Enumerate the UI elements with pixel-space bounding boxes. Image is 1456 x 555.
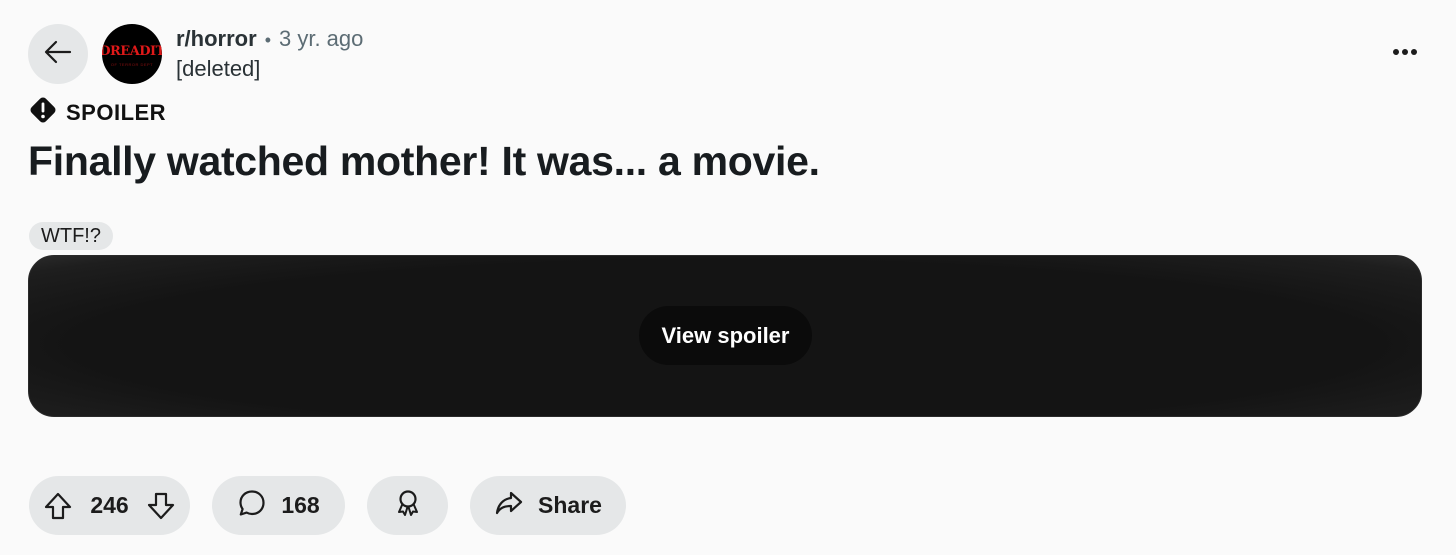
comment-bubble-icon: [237, 488, 267, 523]
award-button[interactable]: [367, 476, 448, 535]
post-page: DREADIT OF TERROR DEPT r/horror • 3 yr. …: [0, 0, 1456, 555]
vote-bar: 246: [29, 476, 190, 535]
award-icon: [393, 488, 423, 523]
post-title[interactable]: Finally watched mother! It was... a movi…: [28, 138, 820, 185]
spoiler-label: SPOILER: [66, 99, 167, 125]
share-label: Share: [538, 492, 602, 518]
subreddit-link[interactable]: r/horror: [176, 26, 257, 52]
comment-count: 168: [281, 492, 320, 518]
share-button[interactable]: Share: [470, 476, 626, 535]
post-flair[interactable]: WTF!?: [29, 222, 113, 250]
post-author: [deleted]: [176, 56, 261, 81]
back-button[interactable]: [28, 24, 88, 84]
downvote-arrow-icon[interactable]: [146, 491, 176, 521]
upvote-arrow-icon[interactable]: [43, 491, 73, 521]
view-spoiler-button[interactable]: View spoiler: [639, 306, 812, 365]
meta-separator: •: [264, 30, 271, 50]
avatar-logo-text: DREADIT: [102, 43, 162, 59]
arrow-left-icon: [42, 36, 74, 73]
subreddit-avatar[interactable]: DREADIT OF TERROR DEPT: [102, 24, 162, 84]
post-age: 3 yr. ago: [279, 26, 364, 51]
vote-count: 246: [90, 492, 129, 518]
more-options-button[interactable]: [1380, 32, 1430, 72]
more-horizontal-icon: [1392, 43, 1418, 61]
comments-button[interactable]: 168: [212, 476, 345, 535]
avatar-logo-subtext: OF TERROR DEPT: [110, 62, 154, 67]
spoiler-tag: SPOILER: [28, 95, 166, 130]
spoiler-warning-icon: [28, 95, 58, 130]
post-meta: r/horror • 3 yr. ago: [176, 26, 363, 52]
share-arrow-icon: [494, 488, 524, 523]
